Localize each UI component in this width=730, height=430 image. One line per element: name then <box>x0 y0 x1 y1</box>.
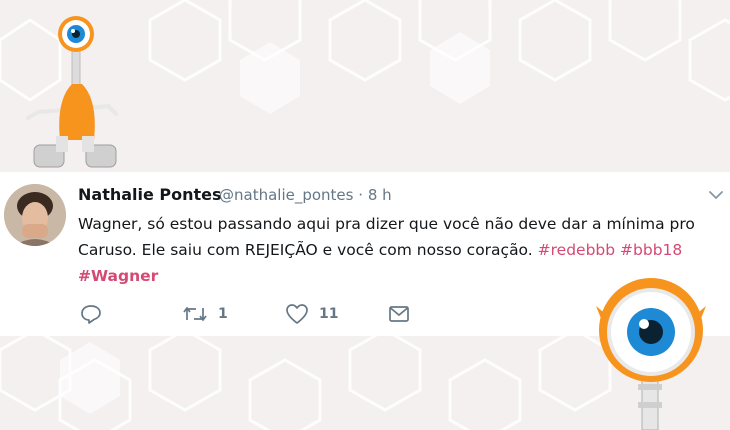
author-handle-and-time: @nathalie_pontes · 8 h <box>219 186 392 204</box>
hashtag-link[interactable]: #Wagner <box>78 267 158 285</box>
big-brother-mascot-illustration <box>26 16 118 168</box>
envelope-icon <box>389 306 409 322</box>
retweet-icon <box>183 306 207 322</box>
hashtag-link[interactable]: #redebbb <box>538 241 615 259</box>
hashtag-link[interactable]: #bbb18 <box>620 241 682 259</box>
big-brother-eye-illustration <box>596 278 706 430</box>
author-handle[interactable]: @nathalie_pontes <box>219 186 353 204</box>
retweet-count: 1 <box>218 306 228 322</box>
chevron-down-icon[interactable] <box>704 186 728 204</box>
like-count: 11 <box>319 306 339 322</box>
direct-message-button[interactable] <box>388 303 410 325</box>
avatar-photo-illustration <box>4 184 66 246</box>
like-button[interactable]: 11 <box>285 303 338 325</box>
retweet-button[interactable]: 1 <box>182 303 228 325</box>
reply-icon <box>81 305 101 324</box>
tweet-time[interactable]: 8 h <box>368 186 392 204</box>
reply-button[interactable] <box>80 303 102 325</box>
heart-icon <box>286 304 308 324</box>
time-separator: · <box>358 186 364 204</box>
author-name[interactable]: Nathalie Pontes <box>78 185 222 204</box>
user-avatar[interactable] <box>4 184 66 246</box>
